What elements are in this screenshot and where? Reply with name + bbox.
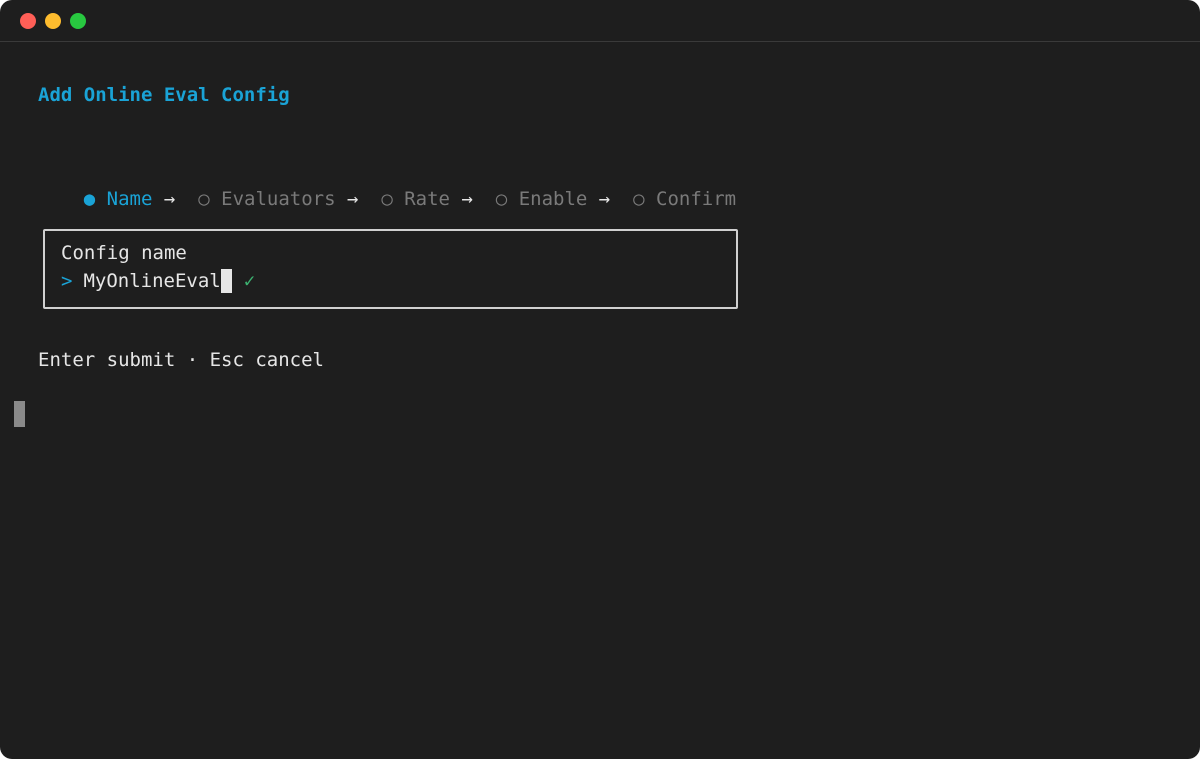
step-pending-marker-icon: ○ — [198, 188, 210, 210]
step-evaluators: ○ Evaluators — [198, 188, 336, 210]
step-active-marker-icon: ● — [83, 188, 96, 210]
config-name-value[interactable]: MyOnlineEval — [83, 270, 220, 292]
step-pending-marker-icon: ○ — [633, 188, 645, 210]
prompt-icon: > — [61, 270, 73, 292]
close-window-button[interactable] — [20, 13, 36, 29]
minimize-window-button[interactable] — [45, 13, 61, 29]
step-enable: ○ Enable — [495, 188, 588, 210]
step-rate: ○ Rate — [381, 188, 450, 210]
zoom-window-button[interactable] — [70, 13, 86, 29]
step-pending-marker-icon: ○ — [495, 188, 508, 210]
wizard-steps: ● Name → ○ Evaluators → ○ Rate → ○ Enabl… — [38, 163, 736, 235]
arrow-right-icon: → — [461, 188, 473, 210]
config-name-label: Config name — [61, 242, 187, 264]
config-name-input[interactable]: > MyOnlineEval ✓ — [61, 269, 255, 293]
terminal-window: Add Online Eval Config ● Name → ○ Evalua… — [0, 0, 1200, 759]
arrow-right-icon: → — [346, 188, 359, 210]
title-bar — [0, 0, 1200, 42]
arrow-right-icon: → — [163, 188, 176, 210]
terminal-cursor — [14, 401, 25, 427]
arrow-right-icon: → — [598, 188, 611, 210]
valid-check-icon: ✓ — [243, 270, 256, 292]
text-cursor — [220, 269, 232, 293]
step-name: ● Name — [83, 188, 153, 210]
form-title: Add Online Eval Config — [38, 84, 290, 106]
config-name-field[interactable]: Config name > MyOnlineEval ✓ — [43, 229, 738, 309]
keyboard-hint: Enter submit · Esc cancel — [38, 349, 324, 371]
step-pending-marker-icon: ○ — [381, 188, 393, 210]
step-confirm: ○ Confirm — [633, 188, 737, 210]
